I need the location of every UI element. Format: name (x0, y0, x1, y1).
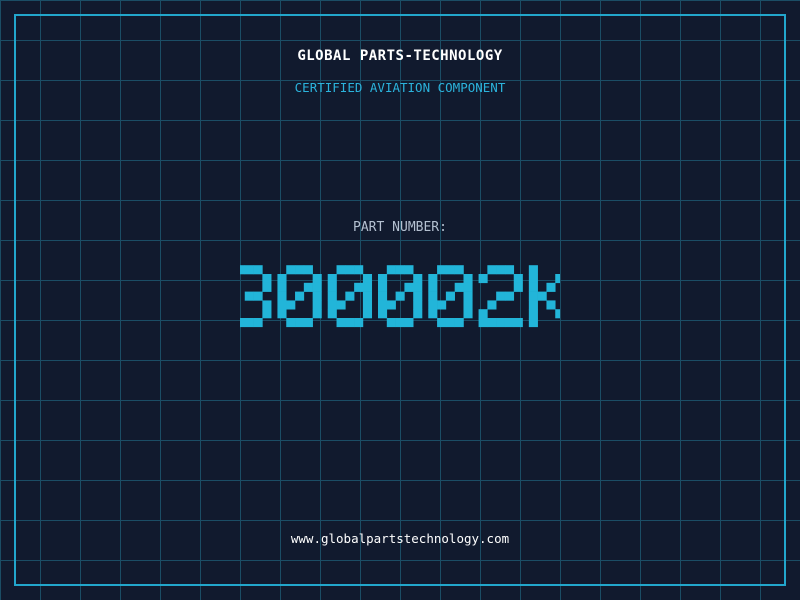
tagline: CERTIFIED AVIATION COMPONENT (294, 80, 506, 95)
part-number-label: PART NUMBER: (353, 220, 447, 235)
part-number-char-3 (378, 265, 423, 328)
part-number-char-0 (240, 265, 272, 328)
part-number-char-2 (327, 265, 373, 328)
part-number-char-5 (478, 265, 523, 328)
part-number-pixel-text (240, 265, 560, 328)
part-number-char-6 (528, 265, 560, 328)
part-number-char-1 (277, 265, 322, 328)
company-name: GLOBAL PARTS-TECHNOLOGY (297, 48, 503, 64)
part-number-display (0, 258, 800, 338)
website-url: www.globalpartstechnology.com (290, 531, 510, 546)
part-number-char-4 (428, 265, 473, 328)
